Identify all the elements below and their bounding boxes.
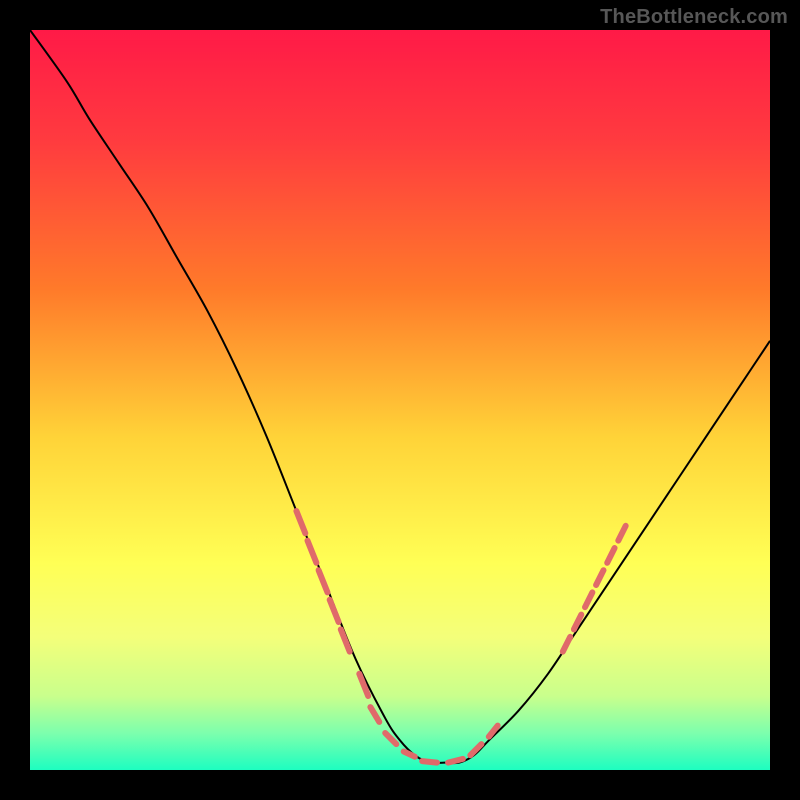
plot-area [30,30,770,770]
gradient-background [30,30,770,770]
watermark-text: TheBottleneck.com [600,6,788,29]
marker-dash [448,759,463,763]
plot-svg [30,30,770,770]
marker-dash [422,761,437,762]
chart-frame: TheBottleneck.com [0,0,800,800]
